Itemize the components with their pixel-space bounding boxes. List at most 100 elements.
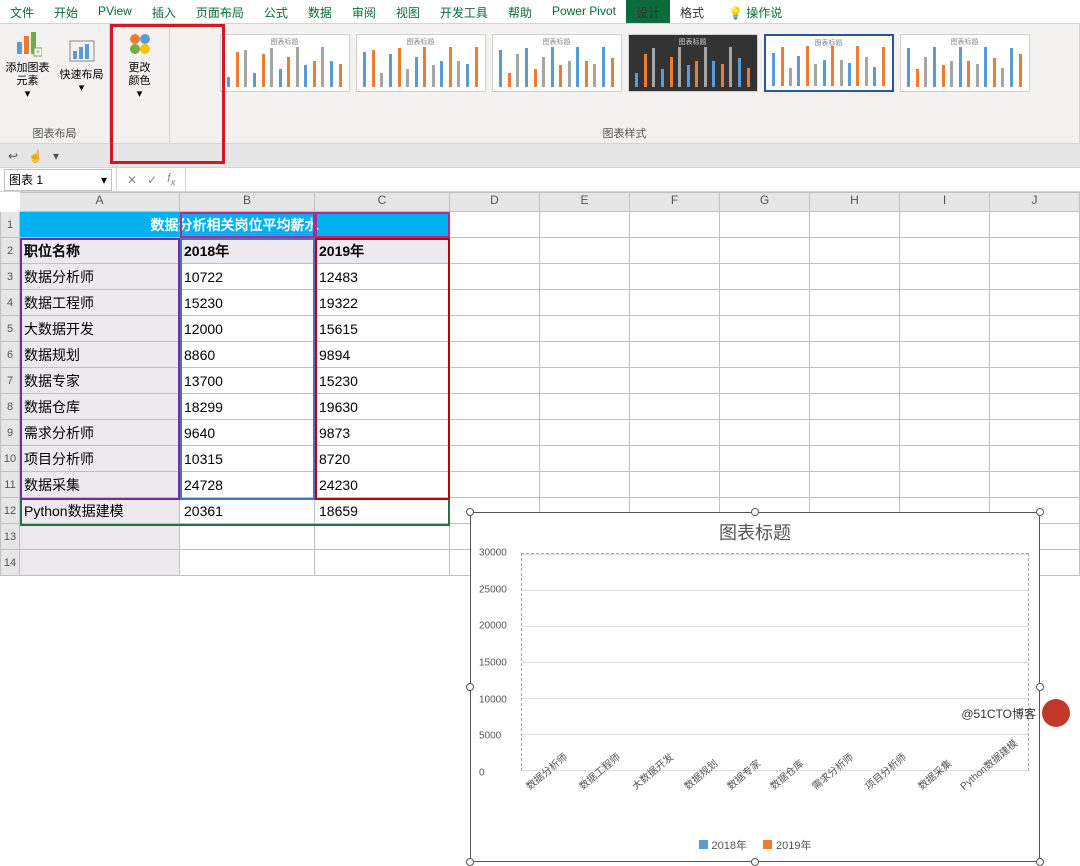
column-header[interactable]: G [720, 192, 810, 212]
row-header[interactable]: 9 [0, 420, 20, 446]
column-header[interactable]: D [450, 192, 540, 212]
cell[interactable] [990, 316, 1080, 342]
cell[interactable] [900, 394, 990, 420]
enter-icon[interactable]: ✓ [147, 173, 157, 187]
cell[interactable] [720, 316, 810, 342]
cell[interactable]: 24230 [315, 472, 450, 498]
cell[interactable] [540, 238, 630, 264]
cell[interactable] [630, 212, 720, 238]
cell[interactable] [630, 394, 720, 420]
cell[interactable]: Python数据建模 [20, 498, 180, 524]
cell[interactable] [720, 212, 810, 238]
resize-handle[interactable] [751, 858, 759, 866]
chart-style-thumb[interactable]: 图表标题 [628, 34, 758, 92]
cell[interactable]: 18659 [315, 498, 450, 524]
cell[interactable] [900, 420, 990, 446]
cell[interactable]: 20361 [180, 498, 315, 524]
cell[interactable]: 数据采集 [20, 472, 180, 498]
cell[interactable] [900, 238, 990, 264]
table-title-cell[interactable]: 数据分析相关岗位平均薪水 [20, 212, 450, 238]
cell[interactable]: 9640 [180, 420, 315, 446]
row-header[interactable]: 14 [0, 550, 20, 576]
ribbon-tab-开始[interactable]: 开始 [44, 0, 88, 23]
cell[interactable] [450, 238, 540, 264]
ribbon-tab-设计[interactable]: 设计 [626, 0, 670, 23]
change-colors-button[interactable]: 更改 颜色 ▾ [115, 28, 165, 101]
cell[interactable] [810, 342, 900, 368]
cell[interactable] [450, 446, 540, 472]
chart-style-thumb[interactable]: 图表标题 [900, 34, 1030, 92]
cell[interactable] [990, 290, 1080, 316]
column-header[interactable]: H [810, 192, 900, 212]
table-header-cell[interactable]: 2019年 [315, 238, 450, 264]
chart-styles-gallery[interactable]: 图表标题图表标题图表标题图表标题图表标题图表标题 [212, 28, 1038, 123]
cell[interactable] [810, 212, 900, 238]
cell[interactable] [450, 212, 540, 238]
cell[interactable]: 19630 [315, 394, 450, 420]
cell[interactable]: 18299 [180, 394, 315, 420]
cell[interactable]: 24728 [180, 472, 315, 498]
cell[interactable] [990, 264, 1080, 290]
worksheet[interactable]: ABCDEFGHIJ 1234567891011121314 数据分析相关岗位平… [0, 192, 1080, 576]
resize-handle[interactable] [1036, 683, 1044, 691]
cell[interactable] [900, 212, 990, 238]
ribbon-tab-插入[interactable]: 插入 [142, 0, 186, 23]
cell[interactable]: 15230 [180, 290, 315, 316]
cell[interactable] [540, 420, 630, 446]
cell[interactable] [540, 368, 630, 394]
cell[interactable]: 12483 [315, 264, 450, 290]
cell[interactable] [990, 472, 1080, 498]
row-header[interactable]: 10 [0, 446, 20, 472]
ribbon-tab-帮助[interactable]: 帮助 [498, 0, 542, 23]
cell[interactable] [450, 472, 540, 498]
cell[interactable] [990, 212, 1080, 238]
cancel-icon[interactable]: ✕ [127, 173, 137, 187]
cell[interactable] [720, 238, 810, 264]
ribbon-tab-文件[interactable]: 文件 [0, 0, 44, 23]
cell[interactable] [810, 264, 900, 290]
chart-style-thumb[interactable]: 图表标题 [764, 34, 894, 92]
cell[interactable] [810, 420, 900, 446]
resize-handle[interactable] [1036, 508, 1044, 516]
cell[interactable] [450, 394, 540, 420]
cell[interactable] [990, 394, 1080, 420]
cell[interactable] [810, 394, 900, 420]
cell[interactable] [810, 238, 900, 264]
cell[interactable] [630, 368, 720, 394]
cell[interactable] [630, 446, 720, 472]
column-header[interactable]: I [900, 192, 990, 212]
cell[interactable]: 需求分析师 [20, 420, 180, 446]
plot-area[interactable] [521, 553, 1029, 771]
qat-more-icon[interactable]: ▾ [53, 149, 59, 163]
row-header[interactable]: 3 [0, 264, 20, 290]
row-header[interactable]: 2 [0, 238, 20, 264]
ribbon-tab-视图[interactable]: 视图 [386, 0, 430, 23]
cell[interactable] [720, 264, 810, 290]
row-header[interactable]: 6 [0, 342, 20, 368]
cell[interactable]: 项目分析师 [20, 446, 180, 472]
cell[interactable] [315, 524, 450, 550]
cell[interactable] [720, 446, 810, 472]
cell[interactable] [180, 550, 315, 576]
column-header[interactable]: A [20, 192, 180, 212]
column-header[interactable]: F [630, 192, 720, 212]
cell[interactable]: 13700 [180, 368, 315, 394]
cell[interactable]: 数据仓库 [20, 394, 180, 420]
ribbon-tab-开发工具[interactable]: 开发工具 [430, 0, 498, 23]
tell-me[interactable]: 💡 操作说 [718, 0, 792, 23]
chart-style-thumb[interactable]: 图表标题 [356, 34, 486, 92]
row-header[interactable]: 4 [0, 290, 20, 316]
cell[interactable] [315, 550, 450, 576]
cell[interactable] [720, 472, 810, 498]
fx-icon[interactable]: fx [167, 171, 175, 188]
formula-bar[interactable] [185, 168, 1080, 191]
cell[interactable] [990, 368, 1080, 394]
ribbon-tab-PView[interactable]: PView [88, 0, 142, 23]
cell[interactable] [990, 446, 1080, 472]
table-header-cell[interactable]: 2018年 [180, 238, 315, 264]
undo-icon[interactable]: ↩ [8, 149, 18, 163]
cell[interactable] [630, 264, 720, 290]
cell[interactable] [540, 472, 630, 498]
cell[interactable]: 大数据开发 [20, 316, 180, 342]
cell[interactable] [810, 290, 900, 316]
